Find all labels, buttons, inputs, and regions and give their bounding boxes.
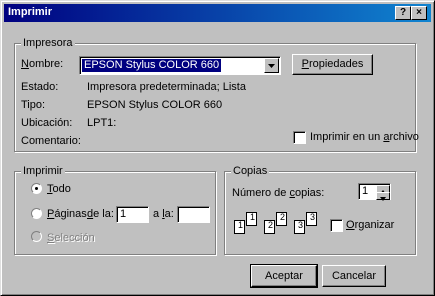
spin-down-icon[interactable] (376, 192, 390, 201)
collate-page-icon: 2 (264, 220, 275, 234)
print-to-file-label[interactable]: Imprimir en un archivo (310, 131, 419, 143)
range-pages-label[interactable]: Páginas (47, 208, 87, 220)
type-value: EPSON Stylus COLOR 660 (87, 99, 223, 111)
comment-label: Comentario: (21, 135, 81, 147)
status-label: Estado: (21, 81, 59, 93)
printer-group-label: Impresora (21, 37, 75, 49)
help-button[interactable]: ? (395, 6, 411, 20)
range-from-input[interactable]: 1 (116, 206, 149, 223)
printer-name-select[interactable]: EPSON Stylus COLOR 660 (79, 56, 281, 75)
range-to-input[interactable] (177, 206, 210, 223)
print-range-group-label: Imprimir (21, 165, 65, 177)
range-selection-radio[interactable] (31, 231, 42, 242)
printer-name-label: Nombre: (21, 58, 64, 70)
window-title: Imprimir (8, 6, 53, 18)
range-all-radio[interactable] (31, 183, 42, 194)
location-label: Ubicación: (21, 117, 73, 129)
location-value: LPT1: (87, 117, 117, 129)
status-value: Impresora predeterminada; Lista (87, 81, 246, 93)
collate-page-icon: 2 (276, 212, 287, 226)
dropdown-arrow-icon[interactable] (264, 58, 279, 73)
ok-button[interactable]: Aceptar (250, 264, 318, 288)
properties-button[interactable]: Propiedades (292, 54, 373, 75)
range-all-label[interactable]: Todo (47, 183, 71, 195)
collate-page-icon: 3 (294, 220, 305, 234)
copies-group-label: Copias (231, 165, 270, 177)
print-to-file-checkbox[interactable] (293, 131, 306, 144)
print-dialog: Imprimir ? × Impresora Nombre: EPSON Sty… (0, 0, 435, 296)
collate-page-icon: 1 (234, 220, 245, 234)
printer-name-value: EPSON Stylus COLOR 660 (82, 59, 222, 72)
collate-checkbox[interactable] (330, 219, 343, 232)
range-to-label: a la: (153, 208, 174, 220)
collate-page-icon: 3 (306, 212, 317, 226)
range-pages-radio[interactable] (31, 208, 42, 219)
cancel-button[interactable]: Cancelar (322, 265, 386, 287)
range-from-label: de la: (87, 208, 114, 220)
type-label: Tipo: (21, 99, 46, 111)
collate-page-icon: 1 (246, 212, 257, 226)
collate-label[interactable]: Organizar (346, 219, 394, 231)
range-selection-label[interactable]: Selección (47, 232, 95, 244)
title-bar[interactable]: Imprimir ? × (4, 4, 431, 22)
copies-count-label: Número de copias: (232, 187, 325, 199)
close-button[interactable]: × (411, 6, 427, 20)
